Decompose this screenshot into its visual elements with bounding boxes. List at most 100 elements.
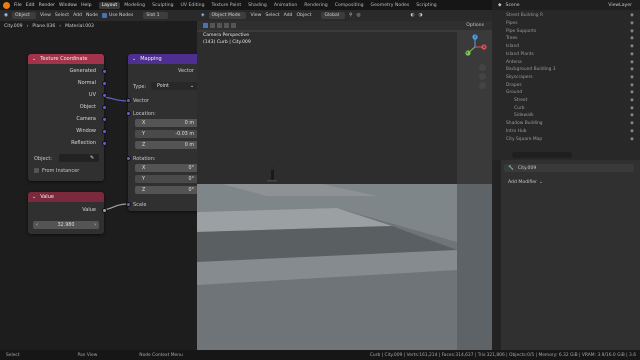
search-input[interactable] — [512, 152, 572, 158]
options-menu[interactable]: Options — [466, 23, 484, 28]
socket-vector-in[interactable] — [125, 98, 131, 103]
visibility-eye-icon[interactable]: ◉ — [630, 52, 634, 57]
tab-rendering[interactable]: Rendering — [301, 2, 330, 9]
socket-location-in[interactable] — [125, 111, 131, 116]
location-y-field[interactable]: Y -0.03 m — [135, 130, 198, 138]
outliner-item[interactable]: Background Building 3 ◉ — [492, 66, 640, 74]
visibility-eye-icon[interactable]: ◉ — [630, 113, 634, 118]
visibility-eye-icon[interactable]: ◉ — [630, 106, 634, 111]
visibility-eye-icon[interactable]: ◉ — [630, 137, 634, 142]
socket-object[interactable] — [101, 105, 107, 110]
type-dropdown[interactable]: Point ⌄ — [151, 82, 198, 90]
view-layer-name[interactable]: ViewLayer — [608, 3, 632, 8]
texture-coordinate-node[interactable]: ⌄ Texture Coordinate Generated Normal UV… — [28, 54, 107, 181]
pan-hand-icon[interactable] — [479, 73, 486, 80]
socket-uv[interactable] — [101, 93, 107, 98]
zoom-icon[interactable] — [479, 64, 486, 71]
select-extend-icon[interactable] — [210, 23, 215, 28]
outliner-item[interactable]: Island ◉ — [492, 43, 640, 51]
select-subtract-icon[interactable] — [217, 23, 222, 28]
tab-scripting[interactable]: Scripting — [413, 2, 439, 9]
camera-view-icon[interactable] — [479, 82, 486, 89]
select-box-icon[interactable] — [203, 23, 208, 28]
tab-shading[interactable]: Shading — [245, 2, 270, 9]
outliner-item[interactable]: Ground ◉ — [492, 89, 640, 97]
visibility-eye-icon[interactable]: ◉ — [630, 21, 634, 26]
outliner-item[interactable]: Pipes ◉ — [492, 20, 640, 28]
visibility-eye-icon[interactable]: ◉ — [630, 98, 634, 103]
outliner-item[interactable]: Trees ◉ — [492, 35, 640, 43]
rotation-z-field[interactable]: Z 0° — [135, 186, 198, 194]
viewport-shading-icon[interactable]: ◐ — [410, 13, 414, 18]
outliner-item[interactable]: Intro Hub ◉ — [492, 128, 640, 136]
viewport-overlays-icon[interactable]: ◑ — [419, 13, 423, 18]
select-invert-icon[interactable] — [224, 23, 229, 28]
outliner-item[interactable]: City Square Map ◉ — [492, 135, 640, 143]
rotation-y-field[interactable]: Y 0° — [135, 175, 198, 183]
mode-select[interactable]: Object Mode — [208, 12, 247, 19]
visibility-eye-icon[interactable]: ◉ — [630, 29, 634, 34]
visibility-eye-icon[interactable]: ◉ — [630, 13, 634, 18]
location-z-field[interactable]: Z 0 m — [135, 141, 198, 149]
visibility-eye-icon[interactable]: ◉ — [630, 44, 634, 49]
outliner-item[interactable]: Pipe Supports ◉ — [492, 27, 640, 35]
object-picker[interactable]: ✎ — [59, 154, 99, 162]
menu-object[interactable]: Object — [296, 13, 311, 18]
scene-name[interactable]: Scene — [506, 3, 520, 8]
tab-geometry-nodes[interactable]: Geometry Nodes — [368, 2, 413, 9]
collapse-chevron-icon[interactable]: ⌄ — [32, 56, 36, 62]
socket-value-out[interactable] — [101, 208, 107, 213]
eyedropper-icon[interactable]: ✎ — [90, 155, 94, 161]
menu-add[interactable]: Add — [284, 13, 293, 18]
location-x-field[interactable]: X 0 m — [135, 119, 198, 127]
add-modifier-button[interactable]: Add Modifier ⌄ — [504, 178, 634, 186]
socket-rotation-in[interactable] — [125, 156, 131, 161]
texture-coordinate-header[interactable]: ⌄ Texture Coordinate — [28, 54, 104, 64]
tab-animation[interactable]: Animation — [271, 2, 300, 9]
select-intersect-icon[interactable] — [231, 23, 236, 28]
socket-reflection[interactable] — [101, 141, 107, 146]
socket-generated[interactable] — [101, 69, 107, 74]
visibility-eye-icon[interactable]: ◉ — [630, 36, 634, 41]
outliner-item[interactable]: Island Plants ◉ — [492, 51, 640, 59]
visibility-eye-icon[interactable]: ◉ — [630, 60, 634, 65]
visibility-eye-icon[interactable]: ◉ — [630, 83, 634, 88]
socket-normal[interactable] — [101, 81, 107, 86]
from-instancer-checkbox[interactable] — [34, 168, 39, 173]
value-header[interactable]: ⌄ Value — [28, 192, 104, 202]
object-name-field[interactable]: 🔧 City.009 — [504, 164, 634, 172]
visibility-eye-icon[interactable]: ◉ — [630, 90, 634, 95]
outliner-item[interactable]: Skyscrapers ◉ — [492, 74, 640, 82]
outliner-item[interactable]: Drapes ◉ — [492, 81, 640, 89]
tab-compositing[interactable]: Compositing — [332, 2, 367, 9]
3d-viewport[interactable] — [197, 10, 492, 350]
visibility-eye-icon[interactable]: ◉ — [630, 67, 634, 72]
collapse-chevron-icon[interactable]: ⌄ — [32, 194, 36, 200]
decrement-icon[interactable]: ‹ — [36, 223, 38, 228]
orientation-select[interactable]: Global — [321, 12, 346, 19]
outliner-item[interactable]: Street ◉ — [492, 97, 640, 105]
menu-select[interactable]: Select — [265, 13, 279, 18]
socket-camera[interactable] — [101, 117, 107, 122]
visibility-eye-icon[interactable]: ◉ — [630, 75, 634, 80]
tab-texture-paint[interactable]: Texture Paint — [209, 2, 245, 9]
collapse-chevron-icon[interactable]: ⌄ — [132, 56, 136, 62]
rotation-x-field[interactable]: X 0° — [135, 164, 198, 172]
editor-type-icon[interactable]: ◈ — [201, 13, 205, 18]
outliner-item[interactable]: Street Building R ◉ — [492, 12, 640, 20]
snap-icon[interactable]: ⚲ — [349, 13, 352, 18]
visibility-eye-icon[interactable]: ◉ — [630, 129, 634, 134]
socket-scale-in[interactable] — [125, 202, 131, 207]
increment-icon[interactable]: › — [94, 223, 96, 228]
outliner-item[interactable]: Shadow Building ◉ — [492, 120, 640, 128]
outliner-item[interactable]: Sidewalk ◉ — [492, 112, 640, 120]
menu-view[interactable]: View — [250, 13, 261, 18]
value-node[interactable]: ⌄ Value Value ‹ 32.980 › — [28, 192, 107, 234]
proportional-edit-icon[interactable]: ◎ — [356, 13, 360, 18]
mapping-node[interactable]: ⌄ Mapping Vector Type: Point ⌄ Vector Lo… — [125, 54, 202, 211]
outliner-item[interactable]: Antena ◉ — [492, 58, 640, 66]
value-field[interactable]: ‹ 32.980 › — [33, 221, 99, 229]
socket-window[interactable] — [101, 129, 107, 134]
mapping-header[interactable]: ⌄ Mapping — [128, 54, 202, 64]
outliner-item[interactable]: Curb ◉ — [492, 104, 640, 112]
